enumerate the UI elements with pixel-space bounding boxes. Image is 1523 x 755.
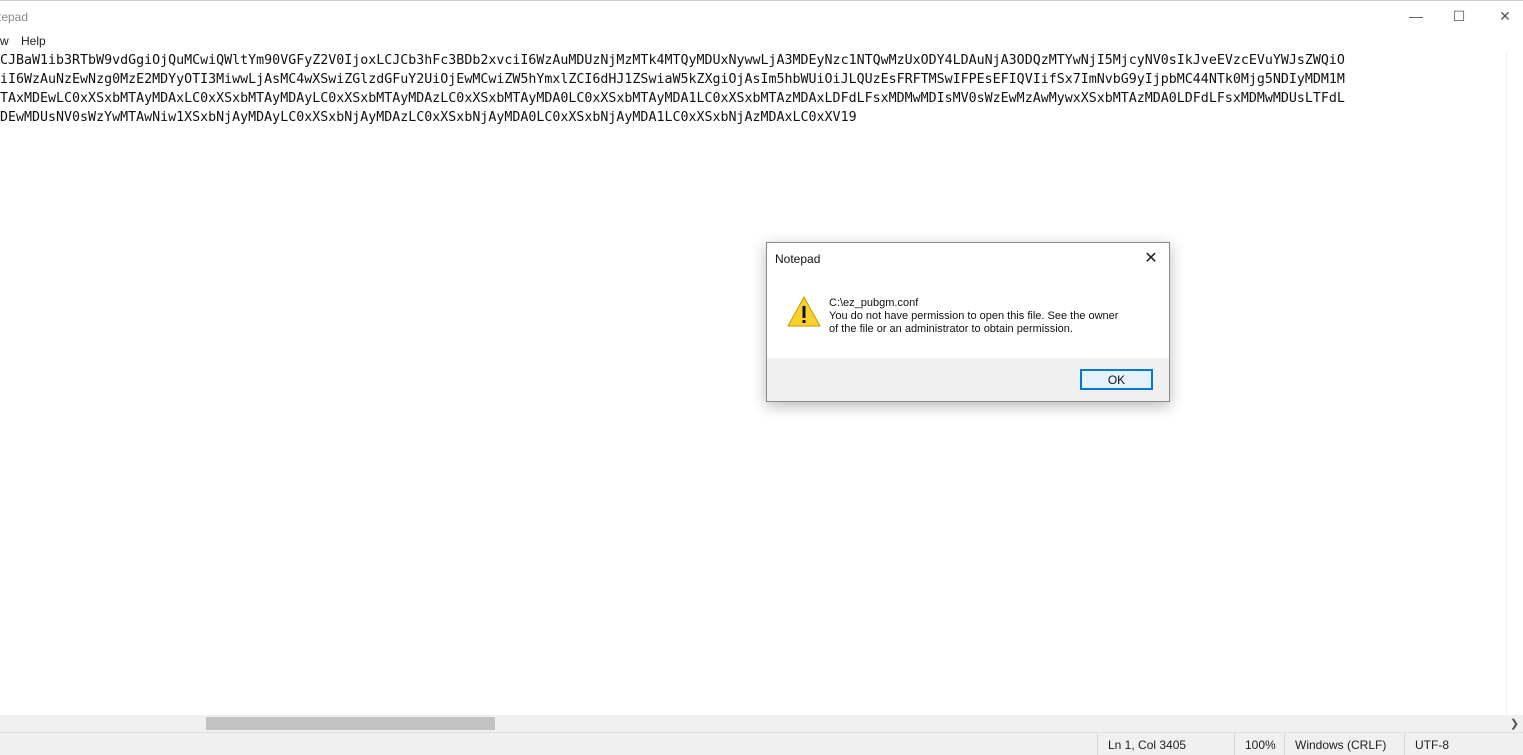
dialog-message-line-1: You do not have permission to open this …	[829, 310, 1119, 322]
scroll-right-arrow-icon[interactable]: ❯	[1506, 715, 1523, 732]
dialog-message-line-2: of the file or an administrator to obtai…	[829, 323, 1073, 335]
horizontal-scrollbar[interactable]: ❯	[0, 715, 1523, 732]
dialog-message: C:\ez_pubgm.conf You do not have permiss…	[829, 297, 1149, 336]
notepad-window: tepad — ☐ ✕ w Help CJBaW1ib3RTbW9vdGgiOj…	[0, 0, 1523, 755]
minimize-button[interactable]: —	[1393, 1, 1439, 31]
status-cursor-position: Ln 1, Col 3405	[1097, 733, 1234, 755]
ok-button[interactable]: OK	[1080, 369, 1153, 390]
warning-icon	[787, 295, 821, 327]
horizontal-scroll-thumb[interactable]	[206, 717, 495, 730]
window-title: tepad	[0, 10, 29, 24]
editor-line: DEwMDUsNV0sWzYwMTAwNiw1XSxbNjAyMDAyLC0xX…	[0, 110, 857, 125]
dialog-title: Notepad	[775, 252, 821, 266]
status-encoding: UTF-8	[1404, 733, 1523, 755]
status-bar: Ln 1, Col 3405 100% Windows (CRLF) UTF-8	[0, 732, 1523, 755]
text-editor[interactable]: CJBaW1ib3RTbW9vdGgiOjQuMCwiQWltYm90VGFyZ…	[0, 51, 1506, 715]
editor-line: CJBaW1ib3RTbW9vdGgiOjQuMCwiQWltYm90VGFyZ…	[0, 53, 1345, 68]
dialog-file-path: C:\ez_pubgm.conf	[829, 297, 919, 309]
permission-error-dialog: Notepad ✕ C:\ez_pubgm.conf You do not ha…	[766, 242, 1170, 402]
editor-line: TAxMDEwLC0xXSxbMTAyMDAxLC0xXSxbMTAyMDAyL…	[0, 91, 1345, 106]
dialog-footer: OK	[767, 358, 1169, 401]
status-zoom: 100%	[1234, 733, 1284, 755]
maximize-button[interactable]: ☐	[1436, 1, 1482, 31]
status-line-ending: Windows (CRLF)	[1284, 733, 1404, 755]
dialog-close-icon[interactable]: ✕	[1139, 247, 1163, 269]
menu-bar: w Help	[0, 31, 1523, 51]
menu-view[interactable]: w	[0, 34, 9, 48]
close-button[interactable]: ✕	[1482, 1, 1523, 31]
vertical-scrollbar[interactable]	[1506, 51, 1523, 715]
editor-line: iI6WzAuNzEwNzg0MzE2MDYyOTI3MiwwLjAsMC4wX…	[0, 72, 1345, 87]
title-bar: tepad — ☐ ✕	[0, 0, 1523, 32]
menu-help[interactable]: Help	[21, 34, 46, 48]
